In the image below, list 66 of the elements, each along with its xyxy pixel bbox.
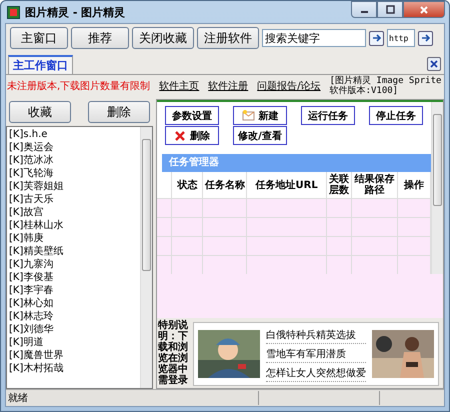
version-text: [图片精灵 Image Sprite 软件版本:V100] [330, 76, 442, 96]
favorite-item[interactable]: [K]木村拓哉 [9, 362, 138, 375]
close-tab-button[interactable] [427, 57, 441, 71]
favorite-item[interactable]: [K]明道 [9, 336, 138, 349]
favorite-item[interactable]: [K]s.h.e [9, 128, 138, 141]
column-header[interactable]: 结果保存路径 [352, 172, 398, 198]
url-field[interactable]: http [387, 29, 415, 47]
favorite-item[interactable]: [K]李宇春 [9, 284, 138, 297]
favorite-item[interactable]: [K]范冰冰 [9, 154, 138, 167]
ad-link[interactable]: 雪地车有军用潜质 [266, 346, 366, 362]
go-button[interactable] [418, 30, 433, 46]
maximize-icon [386, 5, 394, 14]
column-header[interactable]: 任务地址URL [247, 172, 327, 198]
task-button[interactable]: 删除 [165, 126, 219, 145]
task-button[interactable]: 运行任务 [301, 106, 355, 125]
close-icon [419, 4, 429, 14]
task-button[interactable]: 参数设置 [165, 106, 219, 125]
toolbar-button[interactable]: 注册软件 [197, 27, 259, 49]
maximize-button[interactable] [377, 1, 403, 18]
new-document-icon [242, 110, 254, 121]
window-title: 图片精灵 - 图片精灵 [25, 4, 126, 20]
favorite-item[interactable]: [K]林心如 [9, 297, 138, 310]
favorite-item[interactable]: [K]故宫 [9, 206, 138, 219]
favorite-item[interactable]: [K]桂林山水 [9, 219, 138, 232]
task-button[interactable]: 停止任务 [369, 106, 423, 125]
app-icon [7, 6, 20, 18]
favorite-item[interactable]: [K]奥运会 [9, 141, 138, 154]
delete-icon [174, 130, 186, 142]
favorite-item[interactable]: [K]李俊基 [9, 271, 138, 284]
task-button[interactable]: 修改/查看 [233, 126, 287, 145]
favorites-button[interactable]: 删除 [88, 101, 150, 123]
favorite-item[interactable]: [K]九寨沟 [9, 258, 138, 271]
favorite-item[interactable]: [K]刘德华 [9, 323, 138, 336]
link[interactable]: 软件主页 [159, 79, 200, 93]
toolbar-button[interactable]: 推荐 [71, 27, 129, 49]
tab[interactable]: 主工作窗口 [8, 55, 73, 74]
favorite-item[interactable]: [K]林志玲 [9, 310, 138, 323]
favorite-item[interactable]: [K]古天乐 [9, 193, 138, 206]
favorite-item[interactable]: [K]精美壁纸 [9, 245, 138, 258]
search-field[interactable]: 搜索关键字 [262, 29, 366, 47]
favorite-item[interactable]: [K]芙蓉姐姐 [9, 180, 138, 193]
favorite-item[interactable]: [K]魔兽世界 [9, 349, 138, 362]
warning-text: 未注册版本,下载图片数量有限制 [7, 80, 150, 93]
column-header[interactable]: 关联层数 [326, 172, 352, 198]
column-header[interactable]: 任务名称 [203, 172, 248, 198]
note-text: 特别说明：下载和浏览在浏览器中需登录 [157, 320, 189, 388]
close-button[interactable] [403, 1, 445, 18]
column-header[interactable]: 状态 [172, 172, 204, 198]
task-button[interactable]: 新建 [233, 106, 287, 125]
arrow-icon [372, 33, 382, 43]
toolbar-button[interactable]: 关闭收藏 [132, 27, 194, 49]
favorite-item[interactable]: [K]飞轮海 [9, 167, 138, 180]
go-button[interactable] [369, 30, 384, 46]
arrow-icon [420, 33, 430, 43]
ad-link[interactable]: 白俄特种兵精英选拔 [266, 326, 366, 344]
scrollbar[interactable] [431, 102, 443, 274]
ad-link[interactable]: 怎样让女人突然想做爱 [266, 364, 366, 382]
link[interactable]: 软件注册 [208, 79, 248, 93]
favorites-button[interactable]: 收藏 [9, 101, 71, 123]
toolbar-button[interactable]: 主窗口 [10, 27, 68, 49]
link[interactable]: 问题报告/论坛 [257, 79, 321, 93]
scrollbar[interactable] [140, 127, 152, 388]
favorite-item[interactable]: [K]韩庚 [9, 232, 138, 245]
status-text: 就绪 [7, 392, 29, 405]
panel-header: 任务管理器 [162, 154, 431, 172]
minimize-button[interactable] [351, 1, 377, 18]
